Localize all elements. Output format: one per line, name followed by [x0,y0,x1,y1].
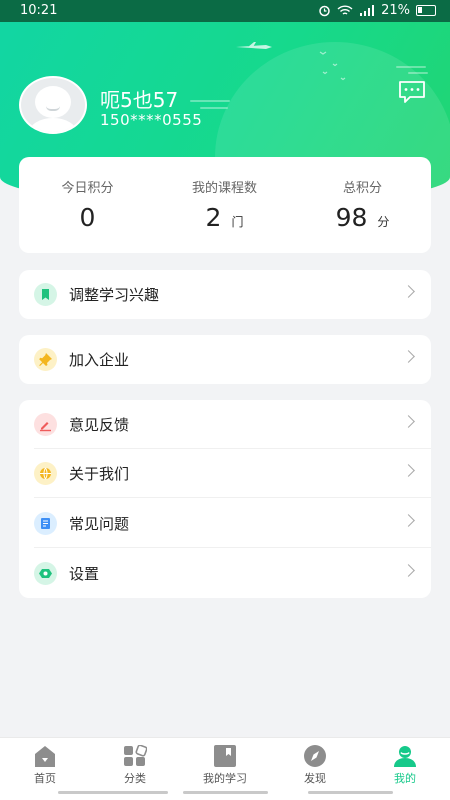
menu-item-label: 设置 [69,565,100,583]
tab-category[interactable]: 分类 [90,738,180,788]
signal-icon [360,4,375,16]
username: 呃5也57 [100,88,179,112]
menu-item-label: 关于我们 [69,465,130,483]
tab-label: 分类 [124,772,146,785]
nav-gesture-bar [58,791,168,794]
menu-item-settings[interactable]: 设置 [19,549,431,598]
birds-decoration-icon [319,51,346,81]
avatar-body [29,118,77,132]
interest-card: 调整学习兴趣 [19,270,431,319]
join-company-card: 加入企业 [19,335,431,384]
menu-item-label: 调整学习兴趣 [69,286,160,304]
home-icon [35,746,55,767]
compass-icon [304,745,326,767]
tab-discover[interactable]: 发现 [270,738,360,788]
stat-value: 0 [79,203,96,232]
stat-value: 98 分 [335,203,390,232]
plane-decoration-icon [236,42,272,49]
tab-label: 发现 [304,772,326,785]
stats-card: 今日积分 0 我的课程数 2门 总积分 98 分 [19,157,431,253]
settings-card: 意见反馈 关于我们 常见问题 设置 [19,400,431,598]
message-icon[interactable] [398,80,426,104]
header-decoration-line [408,72,428,74]
battery-icon [416,5,436,16]
category-icon [124,745,147,766]
stat-label: 今日积分 [61,181,114,196]
menu-item-label: 加入企业 [69,351,130,369]
divider [34,497,431,498]
stat-unit: 分 [377,215,390,229]
status-time: 10:21 [20,3,58,18]
bookmark-icon [34,283,57,306]
edit-icon [34,413,57,436]
globe-icon [34,462,57,485]
avatar-face [35,86,71,118]
tab-mine[interactable]: 我的 [360,738,450,788]
chevron-right-icon [402,285,415,298]
menu-item-interest[interactable]: 调整学习兴趣 [19,270,431,319]
chevron-right-icon [402,464,415,477]
chevron-right-icon [402,514,415,527]
menu-item-label: 常见问题 [69,515,130,533]
menu-item-feedback[interactable]: 意见反馈 [19,400,431,449]
status-icons: 21% [318,3,436,18]
stat-label: 总积分 [342,181,382,196]
header-decoration-line [396,66,426,68]
phone-number: 150****0555 [100,111,203,129]
wifi-icon [337,4,353,15]
book-icon [214,745,236,767]
menu-item-label: 意见反馈 [69,416,130,434]
tab-label: 我的 [394,772,416,785]
divider [34,547,431,548]
header-decoration-line [190,100,230,102]
tab-my-learning[interactable]: 我的学习 [180,738,270,788]
battery-percent: 21% [381,3,410,18]
stat-unit: 门 [231,215,244,229]
tab-home[interactable]: 首页 [0,738,90,788]
stat-value: 2门 [205,203,244,232]
pin-icon [34,348,57,371]
nav-gesture-bar [183,791,268,794]
tab-label: 我的学习 [203,772,247,785]
avatar[interactable] [19,76,87,134]
gear-icon [34,562,57,585]
chevron-right-icon [402,350,415,363]
tab-label: 首页 [34,772,56,785]
user-icon [394,746,416,767]
document-icon [34,512,57,535]
header-decoration-line [200,107,228,109]
status-bar: 10:21 21% [0,0,450,22]
stat-label: 我的课程数 [191,181,257,196]
menu-item-join-company[interactable]: 加入企业 [19,335,431,384]
chevron-right-icon [402,415,415,428]
chevron-right-icon [402,564,415,577]
nav-gesture-bar [308,791,393,794]
alarm-icon [319,5,330,17]
menu-item-faq[interactable]: 常见问题 [19,499,431,548]
menu-item-about[interactable]: 关于我们 [19,449,431,498]
